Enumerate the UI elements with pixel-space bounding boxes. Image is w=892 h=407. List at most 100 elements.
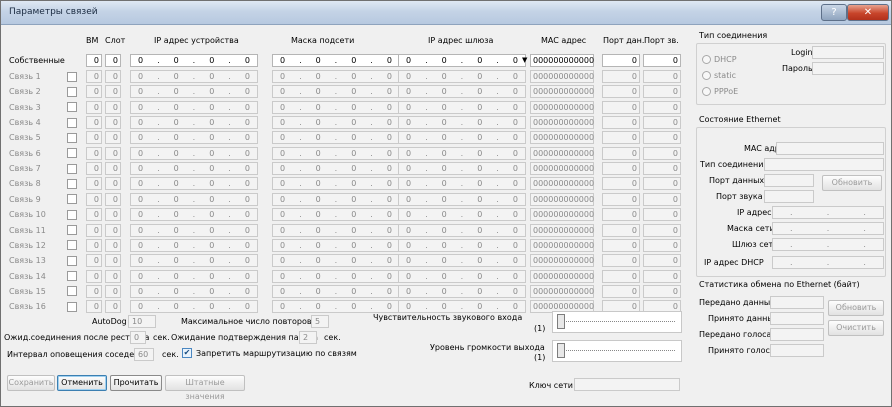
link-port-sound-field[interactable]: 0 — [643, 284, 681, 298]
link-gateway-field[interactable]: 0. 0. 0. 0 — [398, 177, 526, 191]
link-mac-field[interactable]: 000000000000 — [530, 177, 594, 191]
link-port-data-field[interactable]: 0 — [602, 254, 640, 268]
link-mac-field[interactable]: 000000000000 — [530, 162, 594, 176]
link-vm-field[interactable]: 0 — [86, 100, 102, 114]
link-gateway-field[interactable]: 0. 0. 0. 0 — [398, 100, 526, 114]
link-mask-field[interactable]: 0. 0. 0. 0 — [272, 284, 400, 298]
link-vm-field[interactable]: 0 — [86, 70, 102, 83]
link-ip-field[interactable]: 0. 0. 0. 0 — [130, 223, 258, 237]
link-gateway-field[interactable]: 0. 0. 0. 0 — [398, 300, 526, 314]
link-ip-field[interactable]: 0. 0. 0. 0 — [130, 85, 258, 99]
link-port-sound-field[interactable]: 0 — [643, 70, 681, 83]
link-port-data-field[interactable]: 0 — [602, 177, 640, 191]
close-button[interactable]: ✕ — [847, 4, 889, 21]
link-slot-field[interactable]: 0 — [105, 269, 121, 283]
link-gateway-field[interactable]: 0. 0. 0. 0 — [398, 238, 526, 252]
link-vm-field[interactable]: 0 — [86, 284, 102, 298]
link-gateway-field[interactable]: 0. 0. 0. 0 — [398, 85, 526, 99]
own-vm-field[interactable]: 0 — [86, 54, 102, 67]
link-gateway-field[interactable]: 0. 0. 0. 0 — [398, 162, 526, 176]
link-port-sound-field[interactable]: 0 — [643, 146, 681, 160]
link-enable-checkbox[interactable] — [67, 194, 77, 205]
link-vm-field[interactable]: 0 — [86, 300, 102, 314]
link-slot-field[interactable]: 0 — [105, 100, 121, 114]
own-gateway-field[interactable]: 0. 0. 0. 0 — [398, 54, 526, 67]
link-mac-field[interactable]: 000000000000 — [530, 223, 594, 237]
sensitivity-slider[interactable] — [552, 311, 682, 333]
link-ip-field[interactable]: 0. 0. 0. 0 — [130, 208, 258, 222]
volume-slider[interactable] — [552, 340, 682, 362]
link-enable-checkbox[interactable] — [67, 225, 77, 235]
link-mac-field[interactable]: 000000000000 — [530, 131, 594, 145]
stats-clear-button[interactable]: Очистить — [828, 320, 884, 336]
link-port-data-field[interactable]: 0 — [602, 70, 640, 83]
link-vm-field[interactable]: 0 — [86, 254, 102, 268]
link-slot-field[interactable]: 0 — [105, 131, 121, 145]
read-button[interactable]: Прочитать — [110, 375, 162, 391]
link-mask-field[interactable]: 0. 0. 0. 0 — [272, 100, 400, 114]
link-ip-field[interactable]: 0. 0. 0. 0 — [130, 192, 258, 206]
link-gateway-field[interactable]: 0. 0. 0. 0 — [398, 254, 526, 268]
link-mac-field[interactable]: 000000000000 — [530, 208, 594, 222]
own-port-data-field[interactable]: 0 — [602, 54, 640, 67]
link-ip-field[interactable]: 0. 0. 0. 0 — [130, 254, 258, 268]
save-button[interactable]: Сохранить — [7, 375, 55, 391]
link-port-data-field[interactable]: 0 — [602, 116, 640, 130]
link-enable-checkbox[interactable] — [67, 255, 77, 266]
link-gateway-field[interactable]: 0. 0. 0. 0 — [398, 284, 526, 298]
help-button[interactable]: ? — [821, 4, 847, 21]
link-slot-field[interactable]: 0 — [105, 116, 121, 130]
link-enable-checkbox[interactable] — [67, 117, 77, 128]
link-slot-field[interactable]: 0 — [105, 192, 121, 206]
link-mask-field[interactable]: 0. 0. 0. 0 — [272, 254, 400, 268]
link-port-sound-field[interactable]: 0 — [643, 85, 681, 99]
link-slot-field[interactable]: 0 — [105, 300, 121, 314]
link-enable-checkbox[interactable] — [67, 271, 77, 282]
link-port-sound-field[interactable]: 0 — [643, 131, 681, 145]
link-mask-field[interactable]: 0. 0. 0. 0 — [272, 70, 400, 83]
link-port-sound-field[interactable]: 0 — [643, 177, 681, 191]
slider-thumb[interactable] — [557, 314, 565, 329]
link-mask-field[interactable]: 0. 0. 0. 0 — [272, 208, 400, 222]
link-mac-field[interactable]: 000000000000 — [530, 254, 594, 268]
link-ip-field[interactable]: 0. 0. 0. 0 — [130, 131, 258, 145]
link-enable-checkbox[interactable] — [67, 148, 77, 159]
link-gateway-field[interactable]: 0. 0. 0. 0 — [398, 223, 526, 237]
link-port-data-field[interactable]: 0 — [602, 223, 640, 237]
link-port-sound-field[interactable]: 0 — [643, 238, 681, 252]
slider-thumb[interactable] — [557, 343, 565, 358]
wait-conn-input[interactable]: 0 — [130, 331, 146, 344]
link-enable-checkbox[interactable] — [67, 86, 77, 97]
link-mac-field[interactable]: 000000000000 — [530, 284, 594, 298]
link-mask-field[interactable]: 0. 0. 0. 0 — [272, 131, 400, 145]
link-port-data-field[interactable]: 0 — [602, 192, 640, 206]
link-ip-field[interactable]: 0. 0. 0. 0 — [130, 238, 258, 252]
link-port-data-field[interactable]: 0 — [602, 208, 640, 222]
link-enable-checkbox[interactable] — [67, 301, 77, 312]
max-retries-input[interactable]: 5 — [311, 315, 329, 328]
link-ip-field[interactable]: 0. 0. 0. 0 — [130, 162, 258, 176]
link-port-sound-field[interactable]: 0 — [643, 116, 681, 130]
link-vm-field[interactable]: 0 — [86, 131, 102, 145]
link-slot-field[interactable]: 0 — [105, 146, 121, 160]
link-mac-field[interactable]: 000000000000 — [530, 85, 594, 99]
link-port-data-field[interactable]: 0 — [602, 269, 640, 283]
link-ip-field[interactable]: 0. 0. 0. 0 — [130, 116, 258, 130]
link-slot-field[interactable]: 0 — [105, 162, 121, 176]
link-ip-field[interactable]: 0. 0. 0. 0 — [130, 269, 258, 283]
link-mac-field[interactable]: 000000000000 — [530, 192, 594, 206]
link-ip-field[interactable]: 0. 0. 0. 0 — [130, 100, 258, 114]
link-vm-field[interactable]: 0 — [86, 146, 102, 160]
link-gateway-field[interactable]: 0. 0. 0. 0 — [398, 116, 526, 130]
link-mask-field[interactable]: 0. 0. 0. 0 — [272, 192, 400, 206]
link-mask-field[interactable]: 0. 0. 0. 0 — [272, 177, 400, 191]
link-enable-checkbox[interactable] — [67, 178, 77, 189]
link-gateway-field[interactable]: 0. 0. 0. 0 — [398, 208, 526, 222]
neighbor-interval-input[interactable]: 60 — [134, 348, 154, 361]
eth-refresh-button[interactable]: Обновить — [822, 175, 882, 191]
password-input[interactable] — [812, 62, 884, 75]
link-port-data-field[interactable]: 0 — [602, 238, 640, 252]
pppoe-radio[interactable] — [702, 87, 711, 96]
link-enable-checkbox[interactable] — [67, 240, 77, 251]
link-port-sound-field[interactable]: 0 — [643, 208, 681, 222]
